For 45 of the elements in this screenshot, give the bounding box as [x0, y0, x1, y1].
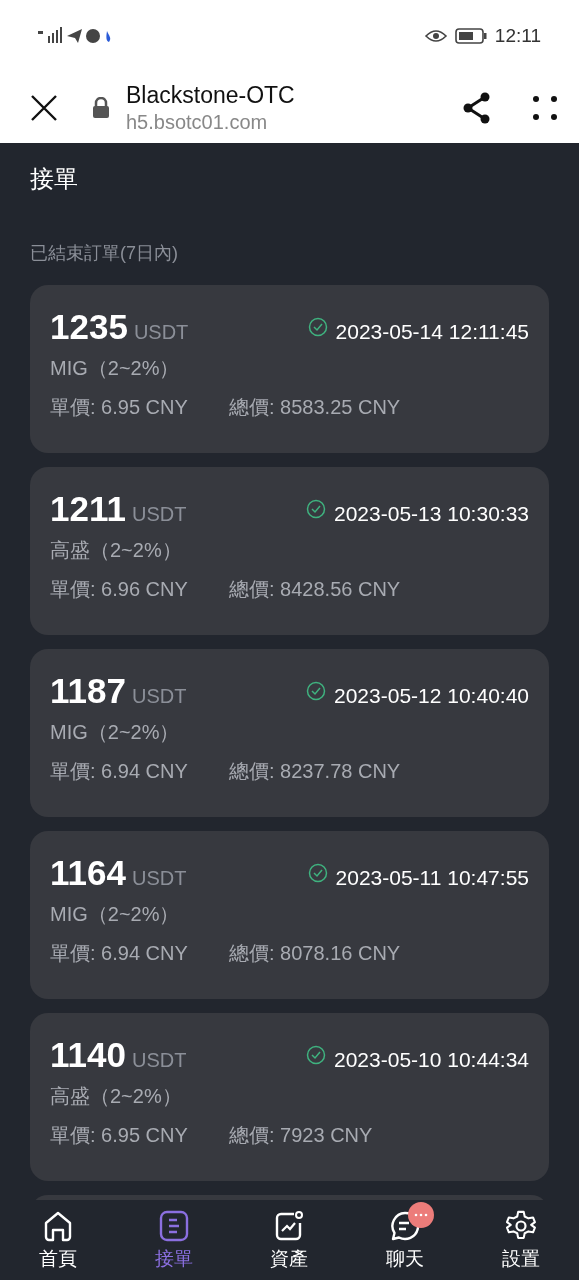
currency-unit: USDT [133, 321, 189, 344]
order-card[interactable]: 1140 USDT 2023-05-10 10:44:34 高盛（2~2%） 單價: 6.95 CNY 總價: 7923 CNY [30, 1013, 549, 1181]
order-time: 2023-05-10 10:44:34 [334, 1048, 529, 1072]
order-amount: 1235 [50, 307, 128, 347]
nav-tab[interactable]: 資產 [231, 1200, 348, 1280]
order-amount: 1164 [50, 853, 126, 893]
total-price: 總價: 8428.56 CNY [229, 577, 401, 602]
order-amount: 1140 [50, 1035, 126, 1075]
order-card[interactable]: 1211 USDT 2023-05-13 10:30:33 高盛（2~2%） 單價: 6.96 CNY 總價: 8428.56 CNY [30, 467, 549, 635]
merchant-name: MIG（2~2%） [50, 356, 181, 381]
merchant-name: 高盛（2~2%） [50, 1084, 183, 1109]
order-time: 2023-05-11 10:47:55 [335, 866, 529, 890]
currency-unit: USDT [131, 503, 187, 526]
order-card[interactable]: 1164 USDT 2023-05-11 10:47:55 MIG（2~2%） 單價: 6.94 CNY 總價: 8078.16 CNY [30, 831, 549, 999]
nav-tab[interactable]: 接單 [115, 1200, 232, 1280]
unit-price: 單價: 6.94 CNY [50, 759, 189, 784]
currency-unit: USDT [131, 685, 187, 708]
order-time: 2023-05-13 10:30:33 [334, 502, 529, 526]
url-text: h5.bsotc01.com [126, 110, 269, 134]
unit-price: 單價: 6.96 CNY [50, 577, 189, 602]
unit-price: 單價: 6.95 CNY [50, 1123, 189, 1148]
clock-time: 12:11 [494, 25, 541, 47]
page-heading: 接單 [30, 164, 79, 194]
order-card[interactable]: 1187 USDT 2023-05-12 10:40:40 MIG（2~2%） 單價: 6.94 CNY 總價: 8237.78 CNY [30, 649, 549, 817]
unit-price: 單價: 6.95 CNY [50, 395, 189, 420]
nav-tab[interactable]: 設置 [463, 1200, 579, 1280]
order-time: 2023-05-14 12:11:45 [335, 320, 529, 344]
total-price: 總價: 7923 CNY [229, 1123, 373, 1148]
section-label: 已結束訂單(7日內) [30, 242, 179, 265]
merchant-name: MIG（2~2%） [50, 902, 181, 927]
order-amount: 1187 [50, 671, 126, 711]
nav-tab[interactable]: 首頁 [0, 1200, 116, 1280]
merchant-name: 高盛（2~2%） [50, 538, 183, 563]
total-price: 總價: 8078.16 CNY [229, 941, 401, 966]
order-amount: 1211 [50, 489, 126, 529]
order-time: 2023-05-12 10:40:40 [334, 684, 529, 708]
total-price: 總價: 8237.78 CNY [229, 759, 401, 784]
total-price: 總價: 8583.25 CNY [229, 395, 401, 420]
page-title: Blackstone-OTC [126, 81, 296, 109]
order-card[interactable]: 1235 USDT 2023-05-14 12:11:45 MIG（2~2%） 單價: 6.95 CNY 總價: 8583.25 CNY [30, 285, 549, 453]
currency-unit: USDT [131, 1049, 187, 1072]
unit-price: 單價: 6.94 CNY [50, 941, 189, 966]
merchant-name: MIG（2~2%） [50, 720, 181, 745]
nav-tab[interactable]: 聊天 [347, 1200, 464, 1280]
currency-unit: USDT [131, 867, 187, 890]
